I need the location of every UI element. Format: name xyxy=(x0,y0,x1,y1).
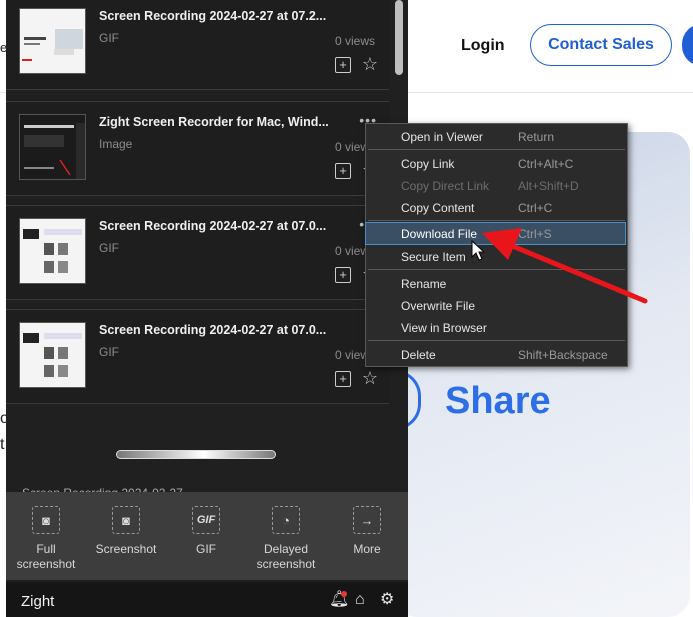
star-icon[interactable]: ☆ xyxy=(362,55,378,73)
menu-item-download-file[interactable]: Download File Ctrl+S xyxy=(365,222,626,245)
scrollbar-thumb[interactable] xyxy=(395,0,403,75)
menu-separator xyxy=(368,220,625,221)
gif-icon: GIF xyxy=(192,506,220,534)
menu-separator xyxy=(368,149,625,150)
add-to-collection-icon[interactable]: + xyxy=(335,371,351,387)
card-type: Image xyxy=(99,137,133,151)
card-title: Screen Recording 2024-02-27 at 07.2... xyxy=(99,9,327,23)
loading-indicator xyxy=(116,450,276,459)
brand-name: Zight xyxy=(21,593,55,610)
card-views: 0 views xyxy=(334,34,375,48)
notification-dot xyxy=(341,591,347,597)
gear-icon[interactable]: ⚙ xyxy=(380,592,394,608)
card-title: Zight Screen Recorder for Mac, Wind... xyxy=(99,115,329,129)
share-heading: Share xyxy=(445,380,551,422)
full-screenshot-button[interactable]: ◙ Full screenshot xyxy=(9,506,83,572)
card-type: GIF xyxy=(99,31,119,45)
recording-card[interactable]: Zight Screen Recorder for Mac, Wind... I… xyxy=(6,101,389,196)
screenshot-button[interactable]: ◙ Screenshot xyxy=(89,506,163,557)
contact-sales-button[interactable]: Contact Sales xyxy=(530,24,672,66)
login-link[interactable]: Login xyxy=(461,37,505,55)
thumbnail xyxy=(19,8,86,74)
menu-item-copy-link[interactable]: Copy Link Ctrl+Alt+C xyxy=(366,153,625,174)
add-to-collection-icon[interactable]: + xyxy=(335,267,351,283)
star-icon[interactable]: ☆ xyxy=(362,369,378,387)
menu-item-copy-direct-link: Copy Direct Link Alt+Shift+D xyxy=(401,179,579,193)
context-menu: Open in Viewer Return Copy Link Ctrl+Alt… xyxy=(365,123,628,367)
menu-item-delete[interactable]: Delete Shift+Backspace xyxy=(366,344,625,365)
recording-card[interactable]: Screen Recording 2024-02-27 at 07.0... G… xyxy=(6,205,389,300)
card-type: GIF xyxy=(99,345,119,359)
camera-icon: ◙ xyxy=(32,506,60,534)
menu-item-view-in-browser[interactable]: View in Browser xyxy=(366,317,625,338)
add-to-collection-icon[interactable]: + xyxy=(335,57,351,73)
text-fragment: t xyxy=(0,436,5,453)
card-title: Screen Recording 2024-02-27 at 07.0... xyxy=(99,323,327,337)
status-bar: Zight 🔔︎ ⌂ ⚙ xyxy=(6,582,408,617)
recording-card[interactable]: Screen Recording 2024-02-27 at 07.0... G… xyxy=(6,309,389,404)
capture-toolbar: ◙ Full screenshot ◙ Screenshot GIF GIF ◔… xyxy=(6,492,408,580)
more-button[interactable]: → More xyxy=(330,506,404,557)
menu-item-rename[interactable]: Rename xyxy=(366,273,625,294)
timer-icon: ◔ xyxy=(272,506,300,534)
add-to-collection-icon[interactable]: + xyxy=(335,163,351,179)
signup-button[interactable] xyxy=(682,24,693,66)
mouse-cursor-icon xyxy=(471,240,485,261)
card-type: GIF xyxy=(99,241,119,255)
delayed-screenshot-button[interactable]: ◔ Delayed screenshot xyxy=(249,506,323,572)
card-title: Screen Recording 2024-02-27 at 07.0... xyxy=(99,219,327,233)
menu-item-secure-item[interactable]: Secure Item xyxy=(366,246,625,267)
home-icon[interactable]: ⌂ xyxy=(355,592,365,608)
camera-icon: ◙ xyxy=(112,506,140,534)
thumbnail xyxy=(19,218,86,284)
menu-separator xyxy=(368,340,625,341)
menu-item-copy-content[interactable]: Copy Content Ctrl+C xyxy=(366,197,625,218)
arrow-right-icon: → xyxy=(353,506,381,534)
menu-item-open-in-viewer[interactable]: Open in Viewer Return xyxy=(366,126,625,147)
zight-panel: Screen Recording 2024-02-27 at 07.2... G… xyxy=(6,0,408,617)
menu-item-overwrite-file[interactable]: Overwrite File xyxy=(366,295,625,316)
recording-card[interactable]: Screen Recording 2024-02-27 at 07.2... G… xyxy=(6,0,389,90)
thumbnail xyxy=(19,114,86,180)
gif-button[interactable]: GIF GIF xyxy=(169,506,243,557)
menu-separator xyxy=(368,269,625,270)
thumbnail xyxy=(19,322,86,388)
